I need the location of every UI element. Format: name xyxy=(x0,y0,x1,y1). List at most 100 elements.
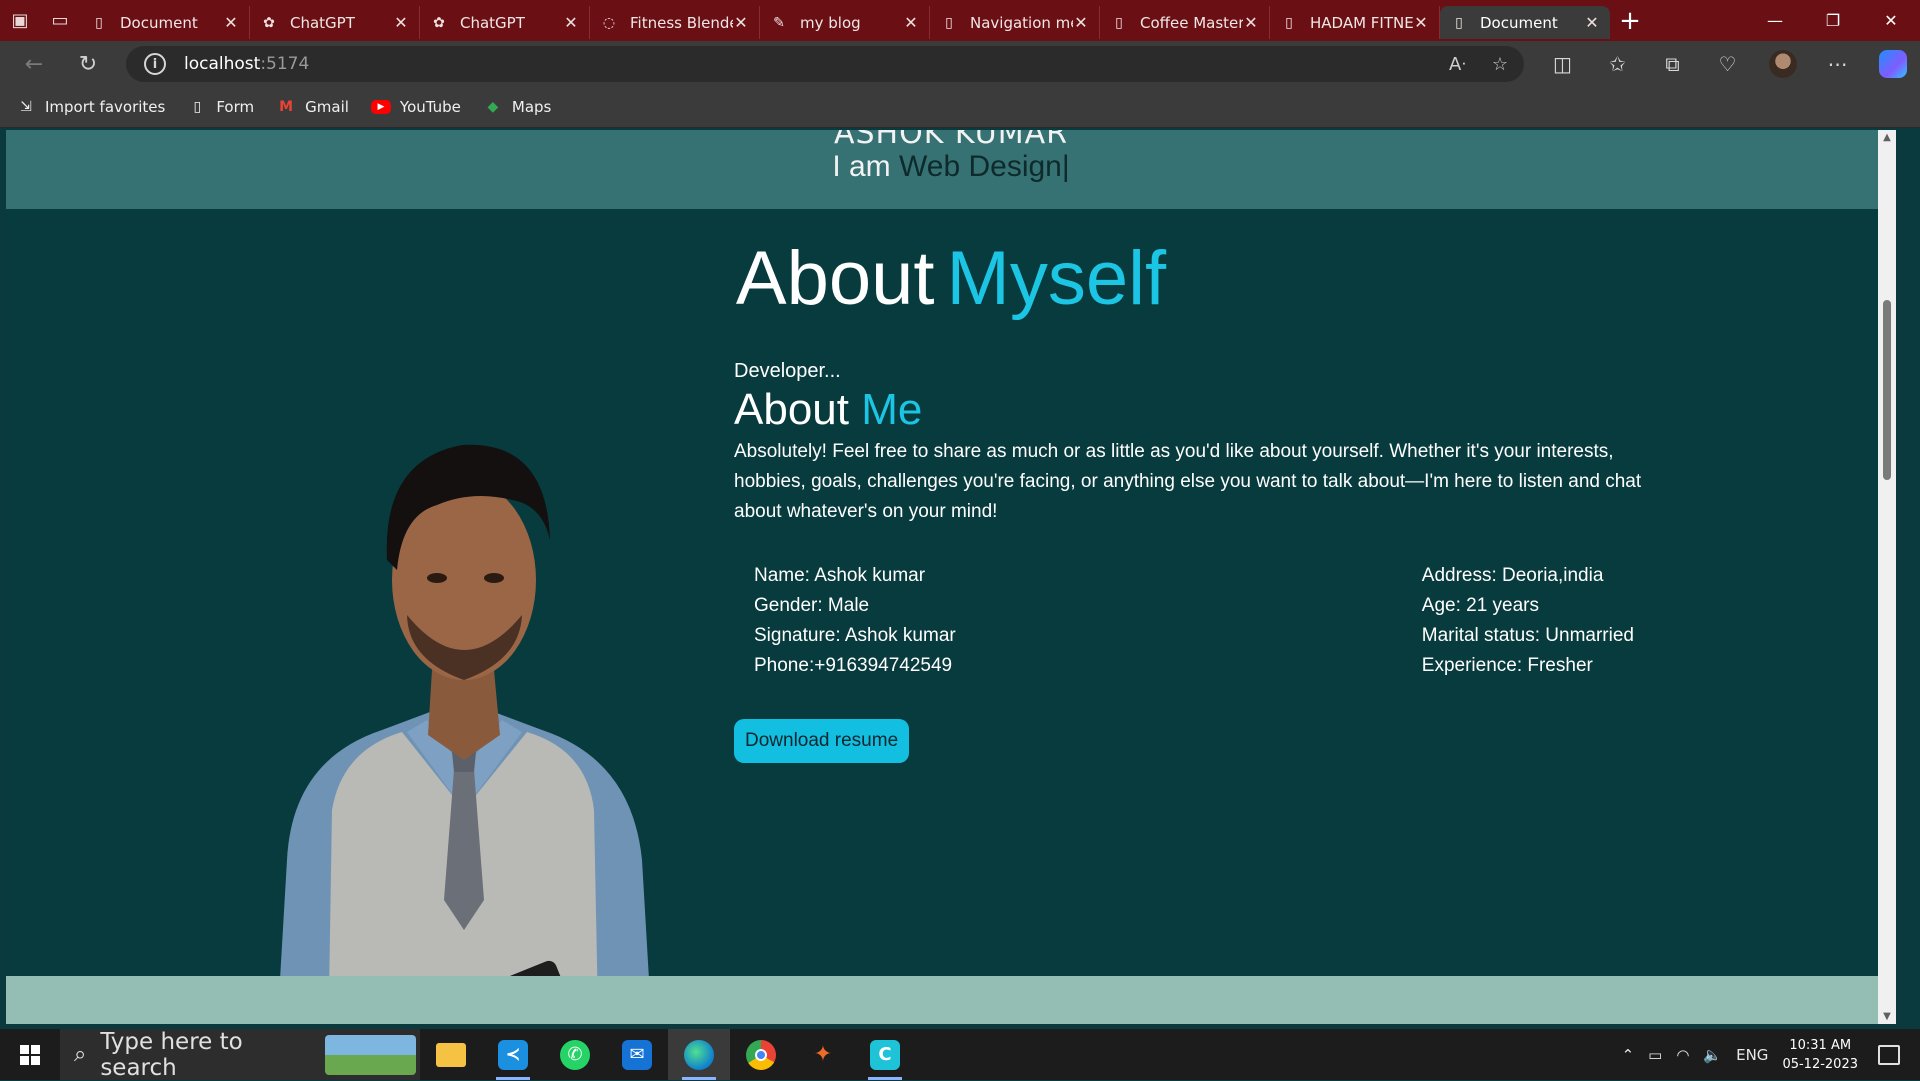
browser-tab[interactable]: ▯ Document ✕ xyxy=(80,6,250,39)
search-icon: ⌕ xyxy=(74,1042,87,1067)
split-screen-icon[interactable]: ◫ xyxy=(1535,41,1590,87)
tab-actions-icon[interactable]: ▭ xyxy=(40,0,80,41)
download-resume-button[interactable]: Download resume xyxy=(734,719,910,763)
close-tab-icon[interactable]: ✕ xyxy=(903,13,919,32)
search-highlight-image xyxy=(324,1034,416,1075)
site-info-icon[interactable]: i xyxy=(144,53,166,75)
page-scrollbar[interactable]: ▲ ▼ xyxy=(1878,130,1896,1024)
new-tab-button[interactable]: + xyxy=(1610,0,1650,41)
detail-item: Name: Ashok kumar xyxy=(754,565,926,586)
gmail-icon: M xyxy=(279,99,294,115)
mail-icon[interactable]: ✉ xyxy=(606,1029,668,1080)
refresh-icon[interactable]: ↻ xyxy=(66,41,110,87)
favorite-import-favorites[interactable]: ⇲ Import favorites xyxy=(16,98,165,116)
language-indicator[interactable]: ENG xyxy=(1736,1046,1768,1064)
personal-details: Name: Ashok kumar Gender: Male Signature: … xyxy=(734,561,1674,681)
page-icon: ▯ xyxy=(193,99,202,115)
close-tab-icon[interactable]: ✕ xyxy=(223,13,239,32)
clock-time: 10:31 AM xyxy=(1789,1037,1852,1053)
import-icon: ⇲ xyxy=(20,99,32,115)
back-icon[interactable]: ← xyxy=(12,41,56,87)
page-icon: ▯ xyxy=(1285,14,1293,31)
scrollbar-thumb[interactable] xyxy=(1883,300,1891,480)
favorite-label: Gmail xyxy=(305,98,349,116)
favorite-form[interactable]: ▯ Form xyxy=(187,98,254,116)
typed-role: Web Design xyxy=(899,150,1062,183)
profile-photo xyxy=(277,444,652,1024)
favorite-maps[interactable]: ◆ Maps xyxy=(483,98,552,116)
detail-item: Gender: Male xyxy=(754,595,870,616)
browser-tab[interactable]: ▯ Coffee Master ✕ xyxy=(1100,6,1270,39)
battery-icon[interactable]: ▭ xyxy=(1648,1046,1662,1064)
blog-icon: ✎ xyxy=(773,14,785,31)
favorite-gmail[interactable]: M Gmail xyxy=(276,98,349,116)
file-explorer-icon[interactable] xyxy=(420,1029,482,1080)
close-tab-icon[interactable]: ✕ xyxy=(1584,13,1600,32)
hero-header: ASHOK KUMAR I am Web Design| xyxy=(6,130,1896,209)
close-tab-icon[interactable]: ✕ xyxy=(393,13,409,32)
tab-title: Fitness Blender xyxy=(630,13,733,32)
close-tab-icon[interactable]: ✕ xyxy=(733,13,749,32)
favorite-youtube[interactable]: ▶ YouTube xyxy=(370,98,461,116)
detail-item: Signature: Ashok kumar xyxy=(754,625,956,646)
favorites-icon[interactable]: ✩ xyxy=(1590,41,1645,87)
section-title: About Myself xyxy=(735,236,1167,321)
details-left-column: Name: Ashok kumar Gender: Male Signature: … xyxy=(754,561,956,681)
profile-avatar[interactable] xyxy=(1755,41,1810,87)
read-aloud-icon[interactable]: Aᐧ xyxy=(1449,54,1466,75)
taskbar-search[interactable]: ⌕ Type here to search xyxy=(60,1028,420,1081)
chatgpt-icon: ✿ xyxy=(433,14,445,31)
tab-title: Document xyxy=(1480,13,1558,32)
clock[interactable]: 10:31 AM 05-12-2023 xyxy=(1782,1036,1858,1074)
hero-role: I am Web Design| xyxy=(832,150,1070,183)
detail-item: Experience: Fresher xyxy=(1421,655,1593,676)
browser-tab[interactable]: ✎ my blog ✕ xyxy=(760,6,930,39)
wifi-icon[interactable]: ◠ xyxy=(1676,1046,1689,1064)
windows-taskbar: ⌕ Type here to search ≺ ✆ ✉ ✦ C ⌃ ▭ ◠ 🔈 … xyxy=(0,1028,1920,1081)
show-hidden-icons-icon[interactable]: ⌃ xyxy=(1622,1046,1635,1064)
scroll-down-icon[interactable]: ▼ xyxy=(1878,1011,1896,1022)
subtitle: Developer... xyxy=(734,360,841,382)
about-me-heading: About Me xyxy=(734,385,923,434)
address-bar[interactable]: i localhost:5174 Aᐧ ☆ xyxy=(126,46,1524,82)
canva-icon[interactable]: C xyxy=(854,1029,916,1080)
browser-toolbar: ← ↻ i localhost:5174 Aᐧ ☆ ◫ ✩ ⧉ ♡ ⋯ xyxy=(0,41,1920,87)
page-icon: ▯ xyxy=(95,14,103,31)
browser-essentials-icon[interactable]: ♡ xyxy=(1700,41,1755,87)
restore-icon[interactable]: ❐ xyxy=(1804,0,1862,41)
browser-tab[interactable]: ✿ ChatGPT ✕ xyxy=(420,6,590,39)
browser-tab[interactable]: ▯ HADAM FITNESS✕ xyxy=(1270,6,1440,39)
workspaces-icon[interactable]: ▣ xyxy=(0,0,40,41)
favorite-label: YouTube xyxy=(399,98,461,116)
tab-title: ChatGPT xyxy=(460,13,525,32)
collections-icon[interactable]: ⧉ xyxy=(1645,41,1700,87)
footer-band xyxy=(6,976,1896,1024)
settings-more-icon[interactable]: ⋯ xyxy=(1810,41,1865,87)
scroll-up-icon[interactable]: ▲ xyxy=(1878,132,1896,143)
notifications-icon[interactable] xyxy=(1878,1044,1900,1065)
figma-icon[interactable]: ✦ xyxy=(792,1029,854,1080)
volume-icon[interactable]: 🔈 xyxy=(1703,1046,1722,1064)
start-button[interactable] xyxy=(0,1029,60,1080)
minimize-icon[interactable]: — xyxy=(1746,0,1804,41)
tab-title: Navigation menu xyxy=(970,13,1073,32)
browser-tab[interactable]: ▯ Navigation menu✕ xyxy=(930,6,1100,39)
whatsapp-icon[interactable]: ✆ xyxy=(544,1029,606,1080)
browser-tab[interactable]: ▯ Document ✕ xyxy=(1440,6,1610,39)
url-text[interactable]: localhost:5174 xyxy=(184,54,309,74)
edge-icon[interactable] xyxy=(668,1029,730,1080)
vscode-icon[interactable]: ≺ xyxy=(482,1029,544,1080)
close-tab-icon[interactable]: ✕ xyxy=(1243,13,1259,32)
chrome-icon[interactable] xyxy=(730,1029,792,1080)
browser-tab[interactable]: ◌ Fitness Blender✕ xyxy=(590,6,760,39)
maps-icon: ◆ xyxy=(487,99,499,115)
browser-tab[interactable]: ✿ ChatGPT ✕ xyxy=(250,6,420,39)
close-tab-icon[interactable]: ✕ xyxy=(1073,13,1089,32)
close-tab-icon[interactable]: ✕ xyxy=(1413,13,1429,32)
copilot-icon[interactable] xyxy=(1865,41,1920,87)
search-placeholder: Type here to search xyxy=(100,1028,243,1081)
favorite-star-icon[interactable]: ☆ xyxy=(1492,54,1508,75)
close-tab-icon[interactable]: ✕ xyxy=(563,13,579,32)
loading-icon: ◌ xyxy=(602,14,616,31)
close-window-icon[interactable]: ✕ xyxy=(1862,0,1920,41)
